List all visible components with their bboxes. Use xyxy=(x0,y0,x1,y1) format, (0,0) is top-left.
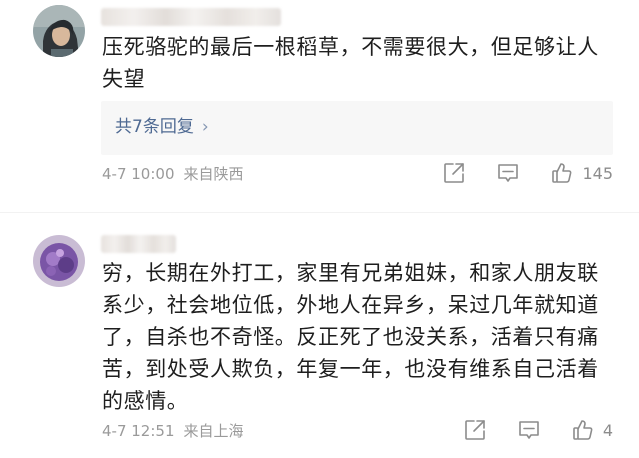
comment-meta: 4-7 12:51 来自上海 xyxy=(102,421,244,441)
like-icon xyxy=(573,420,593,440)
comment-item: 压死骆驼的最后一根稻草，不需要很大，但足够让人失望 共7条回复 › 4-7 10:… xyxy=(0,0,639,212)
share-icon xyxy=(444,163,465,183)
replies-panel[interactable]: 共7条回复 › xyxy=(101,101,613,155)
like-button[interactable]: 4 xyxy=(571,418,613,442)
comment-date: 4-7 10:00 xyxy=(102,165,175,183)
avatar[interactable] xyxy=(33,5,85,57)
comment-button[interactable] xyxy=(517,418,541,442)
comment-icon xyxy=(519,421,539,439)
view-replies-link[interactable]: 共7条回复 › xyxy=(115,115,209,139)
comment-item: 穷，长期在外打工，家里有兄弟姐妹，和家人朋友联系少，社会地位低，外地人在异乡，呆… xyxy=(0,213,639,458)
like-icon xyxy=(552,163,572,183)
comment-actions: 4 xyxy=(463,418,613,442)
username-redacted[interactable] xyxy=(101,8,281,26)
replies-count-label: 共7条回复 xyxy=(115,117,194,137)
comment-icon xyxy=(498,164,519,182)
comment-location: 来自上海 xyxy=(183,422,244,440)
comment-text: 穷，长期在外打工，家里有兄弟姐妹，和家人朋友联系少，社会地位低，外地人在异乡，呆… xyxy=(102,261,599,413)
comment-actions: 145 xyxy=(442,161,613,185)
chevron-right-icon: › xyxy=(201,117,209,137)
share-icon xyxy=(465,420,485,440)
comment-button[interactable] xyxy=(496,161,520,185)
like-count: 145 xyxy=(582,163,613,183)
avatar[interactable] xyxy=(33,235,85,287)
like-button[interactable]: 145 xyxy=(550,161,613,185)
share-button[interactable] xyxy=(463,418,487,442)
comment-date: 4-7 12:51 xyxy=(102,422,175,440)
comment-meta: 4-7 10:00 来自陕西 xyxy=(102,164,244,184)
username-redacted[interactable] xyxy=(101,235,176,253)
comment-location: 来自陕西 xyxy=(183,165,244,183)
comment-text: 压死骆驼的最后一根稻草，不需要很大，但足够让人失望 xyxy=(102,35,599,91)
share-button[interactable] xyxy=(442,161,466,185)
like-count: 4 xyxy=(602,420,613,440)
